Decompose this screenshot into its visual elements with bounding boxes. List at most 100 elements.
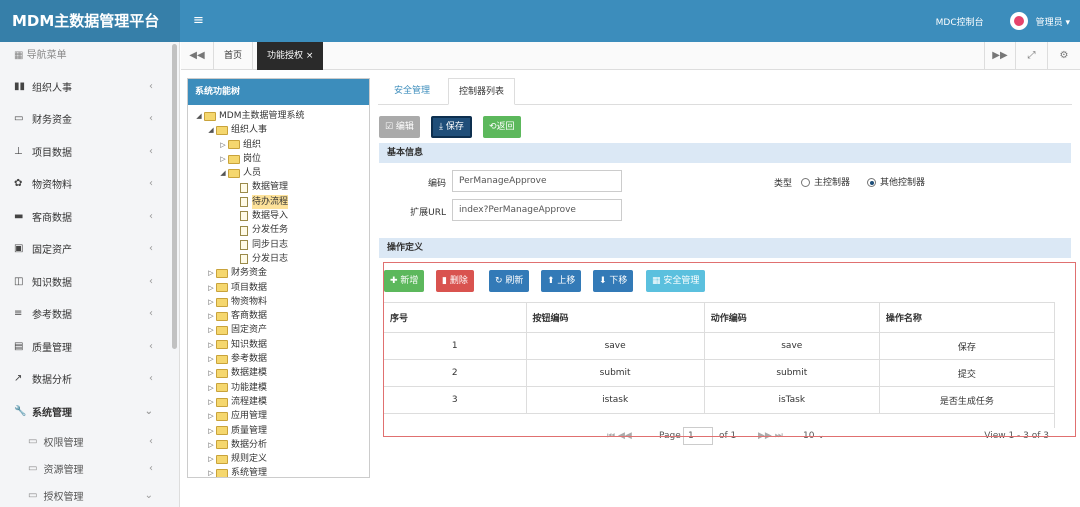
- chevron-icon: ‹: [149, 210, 153, 222]
- sidebar-item-icon: ≡: [14, 308, 23, 320]
- sidebar-subitem[interactable]: ▭ 资源管理 ‹: [0, 455, 179, 482]
- tree-node[interactable]: ▷ 项目数据: [188, 281, 369, 295]
- tree-node[interactable]: ▷ 数据建模: [188, 366, 369, 380]
- sidebar-item[interactable]: ▣ 固定资产 ‹: [0, 233, 179, 266]
- tree-node[interactable]: ▷ 规则定义: [188, 452, 369, 466]
- code-field[interactable]: PerManageApprove: [452, 170, 622, 192]
- tree-node[interactable]: 分发日志: [188, 252, 369, 266]
- sidebar-item-label: 物资物料: [32, 180, 72, 192]
- avatar-icon[interactable]: [1009, 12, 1028, 30]
- tree-toggle-icon[interactable]: ▷: [206, 409, 216, 423]
- url-field[interactable]: index?PerManageApprove: [452, 199, 622, 221]
- save-button[interactable]: ⤓ 保存: [431, 116, 472, 138]
- tree-toggle-icon[interactable]: ▷: [206, 438, 216, 452]
- folder-icon: [228, 168, 240, 178]
- sidebar-item-label: 参考数据: [32, 310, 72, 322]
- tree-toggle-icon[interactable]: ◢: [206, 123, 216, 137]
- tree-toggle-icon[interactable]: ▷: [206, 352, 216, 366]
- tree-toggle-icon[interactable]: ▷: [206, 338, 216, 352]
- menu-toggle-icon[interactable]: ≡: [193, 13, 204, 28]
- sidebar-item-label: 固定资产: [32, 245, 72, 257]
- chevron-icon: ‹: [149, 435, 153, 447]
- tree-node-label: 人员: [243, 168, 262, 179]
- radio-checked-icon[interactable]: [867, 178, 876, 187]
- sidebar-subitem[interactable]: ▭ 授权管理 ⌄: [0, 482, 179, 507]
- radio-icon[interactable]: [801, 178, 810, 187]
- tree-toggle-icon[interactable]: ▷: [206, 466, 216, 477]
- sidebar-item[interactable]: ▤ 质量管理 ‹: [0, 330, 179, 363]
- tree-node[interactable]: ▷ 系统管理: [188, 466, 369, 477]
- tree-toggle-icon[interactable]: ▷: [206, 424, 216, 438]
- sidebar-item[interactable]: ⊥ 项目数据 ‹: [0, 135, 179, 168]
- tab-function-auth[interactable]: 功能授权 ×: [257, 42, 324, 70]
- sidebar-item[interactable]: ◫ 知识数据 ‹: [0, 265, 179, 298]
- tab-scroll-left-icon[interactable]: ◀◀: [181, 42, 214, 70]
- tree-node[interactable]: ▷ 组织: [188, 138, 369, 152]
- mdc-console-link[interactable]: MDC控制台: [936, 15, 984, 28]
- folder-icon: [216, 368, 228, 378]
- tree-node[interactable]: ▷ 参考数据: [188, 352, 369, 366]
- tree-node[interactable]: ▷ 知识数据: [188, 338, 369, 352]
- tree-toggle-icon[interactable]: ▷: [206, 281, 216, 295]
- file-icon: [240, 225, 248, 236]
- sidebar-item-icon: ▬: [14, 210, 24, 222]
- content-tabs: 安全管理 控制器列表: [378, 78, 1072, 105]
- tree-toggle-icon[interactable]: ▷: [206, 366, 216, 380]
- tree-toggle-icon[interactable]: ▷: [206, 452, 216, 466]
- tab-scroll-right-icon[interactable]: ▶▶: [984, 42, 1016, 70]
- sidebar-item[interactable]: ≡ 参考数据 ‹: [0, 298, 179, 331]
- tree-node[interactable]: ▷ 应用管理: [188, 409, 369, 423]
- tree-node[interactable]: ▷ 质量管理: [188, 424, 369, 438]
- tree-toggle-icon[interactable]: ▷: [206, 323, 216, 337]
- tree-node[interactable]: ▷ 岗位: [188, 152, 369, 166]
- sidebar-item[interactable]: ↗ 数据分析 ‹: [0, 363, 179, 396]
- fullscreen-icon[interactable]: ⤢: [1016, 42, 1048, 70]
- sidebar-scrollbar[interactable]: [172, 44, 177, 349]
- tree-node[interactable]: ◢ MDM主数据管理系统: [188, 109, 369, 123]
- chevron-icon: ‹: [149, 243, 153, 255]
- tree-node[interactable]: ▷ 物资物料: [188, 295, 369, 309]
- tree-toggle-icon[interactable]: ▷: [206, 395, 216, 409]
- sidebar-item[interactable]: ▭ 财务资金 ‹: [0, 103, 179, 136]
- tree-node[interactable]: 数据管理: [188, 180, 369, 194]
- sidebar-item[interactable]: 🔧 系统管理 ⌄: [0, 395, 179, 428]
- user-menu[interactable]: 管理员 ▾: [1036, 15, 1070, 28]
- gear-icon[interactable]: ⚙: [1048, 42, 1080, 70]
- tree-node[interactable]: ◢ 组织人事: [188, 123, 369, 137]
- radio-main-controller[interactable]: 主控制器: [801, 175, 850, 188]
- tab-security[interactable]: 安全管理: [384, 78, 440, 105]
- tree-node[interactable]: 同步日志: [188, 238, 369, 252]
- sidebar-subitem[interactable]: ▭ 权限管理 ‹: [0, 428, 179, 455]
- tab-home[interactable]: 首页: [214, 42, 254, 70]
- tree-node[interactable]: 数据导入: [188, 209, 369, 223]
- tree-node[interactable]: 分发任务: [188, 223, 369, 237]
- folder-icon: [216, 311, 228, 321]
- tree-toggle-icon[interactable]: ▷: [206, 295, 216, 309]
- back-button[interactable]: ⟲返回: [483, 116, 521, 138]
- edit-button[interactable]: ☑ 编辑: [379, 116, 420, 138]
- sidebar-item[interactable]: ✿ 物资物料 ‹: [0, 168, 179, 201]
- tab-controller-list[interactable]: 控制器列表: [448, 78, 516, 105]
- tree-toggle-icon[interactable]: ▷: [218, 152, 228, 166]
- tree-node[interactable]: ▷ 客商数据: [188, 309, 369, 323]
- tree-node[interactable]: ▷ 固定资产: [188, 323, 369, 337]
- folder-icon: [216, 411, 228, 421]
- tree-toggle-icon[interactable]: ◢: [218, 166, 228, 180]
- tree-node[interactable]: ▷ 功能建模: [188, 381, 369, 395]
- sidebar-item[interactable]: ▬ 客商数据 ‹: [0, 200, 179, 233]
- tree-node[interactable]: ▷ 流程建模: [188, 395, 369, 409]
- tree-node[interactable]: ◢ 人员: [188, 166, 369, 180]
- sidebar-item[interactable]: ▮▮ 组织人事 ‹: [0, 70, 179, 103]
- tree-node-label: 数据导入: [252, 211, 289, 222]
- tree-node[interactable]: ▷ 财务资金: [188, 266, 369, 280]
- radio-other-controller[interactable]: 其他控制器: [867, 175, 925, 188]
- tree-toggle-icon[interactable]: ◢: [194, 109, 204, 123]
- tree-toggle-icon[interactable]: ▷: [206, 266, 216, 280]
- app-logo[interactable]: MDM主数据管理平台: [0, 0, 180, 42]
- tree-toggle-icon[interactable]: ▷: [206, 309, 216, 323]
- tree-node[interactable]: 待办流程: [188, 194, 369, 210]
- tree-toggle-icon[interactable]: ▷: [218, 138, 228, 152]
- ops-header: 操作定义: [379, 238, 1071, 258]
- tree-toggle-icon[interactable]: ▷: [206, 381, 216, 395]
- tree-node[interactable]: ▷ 数据分析: [188, 438, 369, 452]
